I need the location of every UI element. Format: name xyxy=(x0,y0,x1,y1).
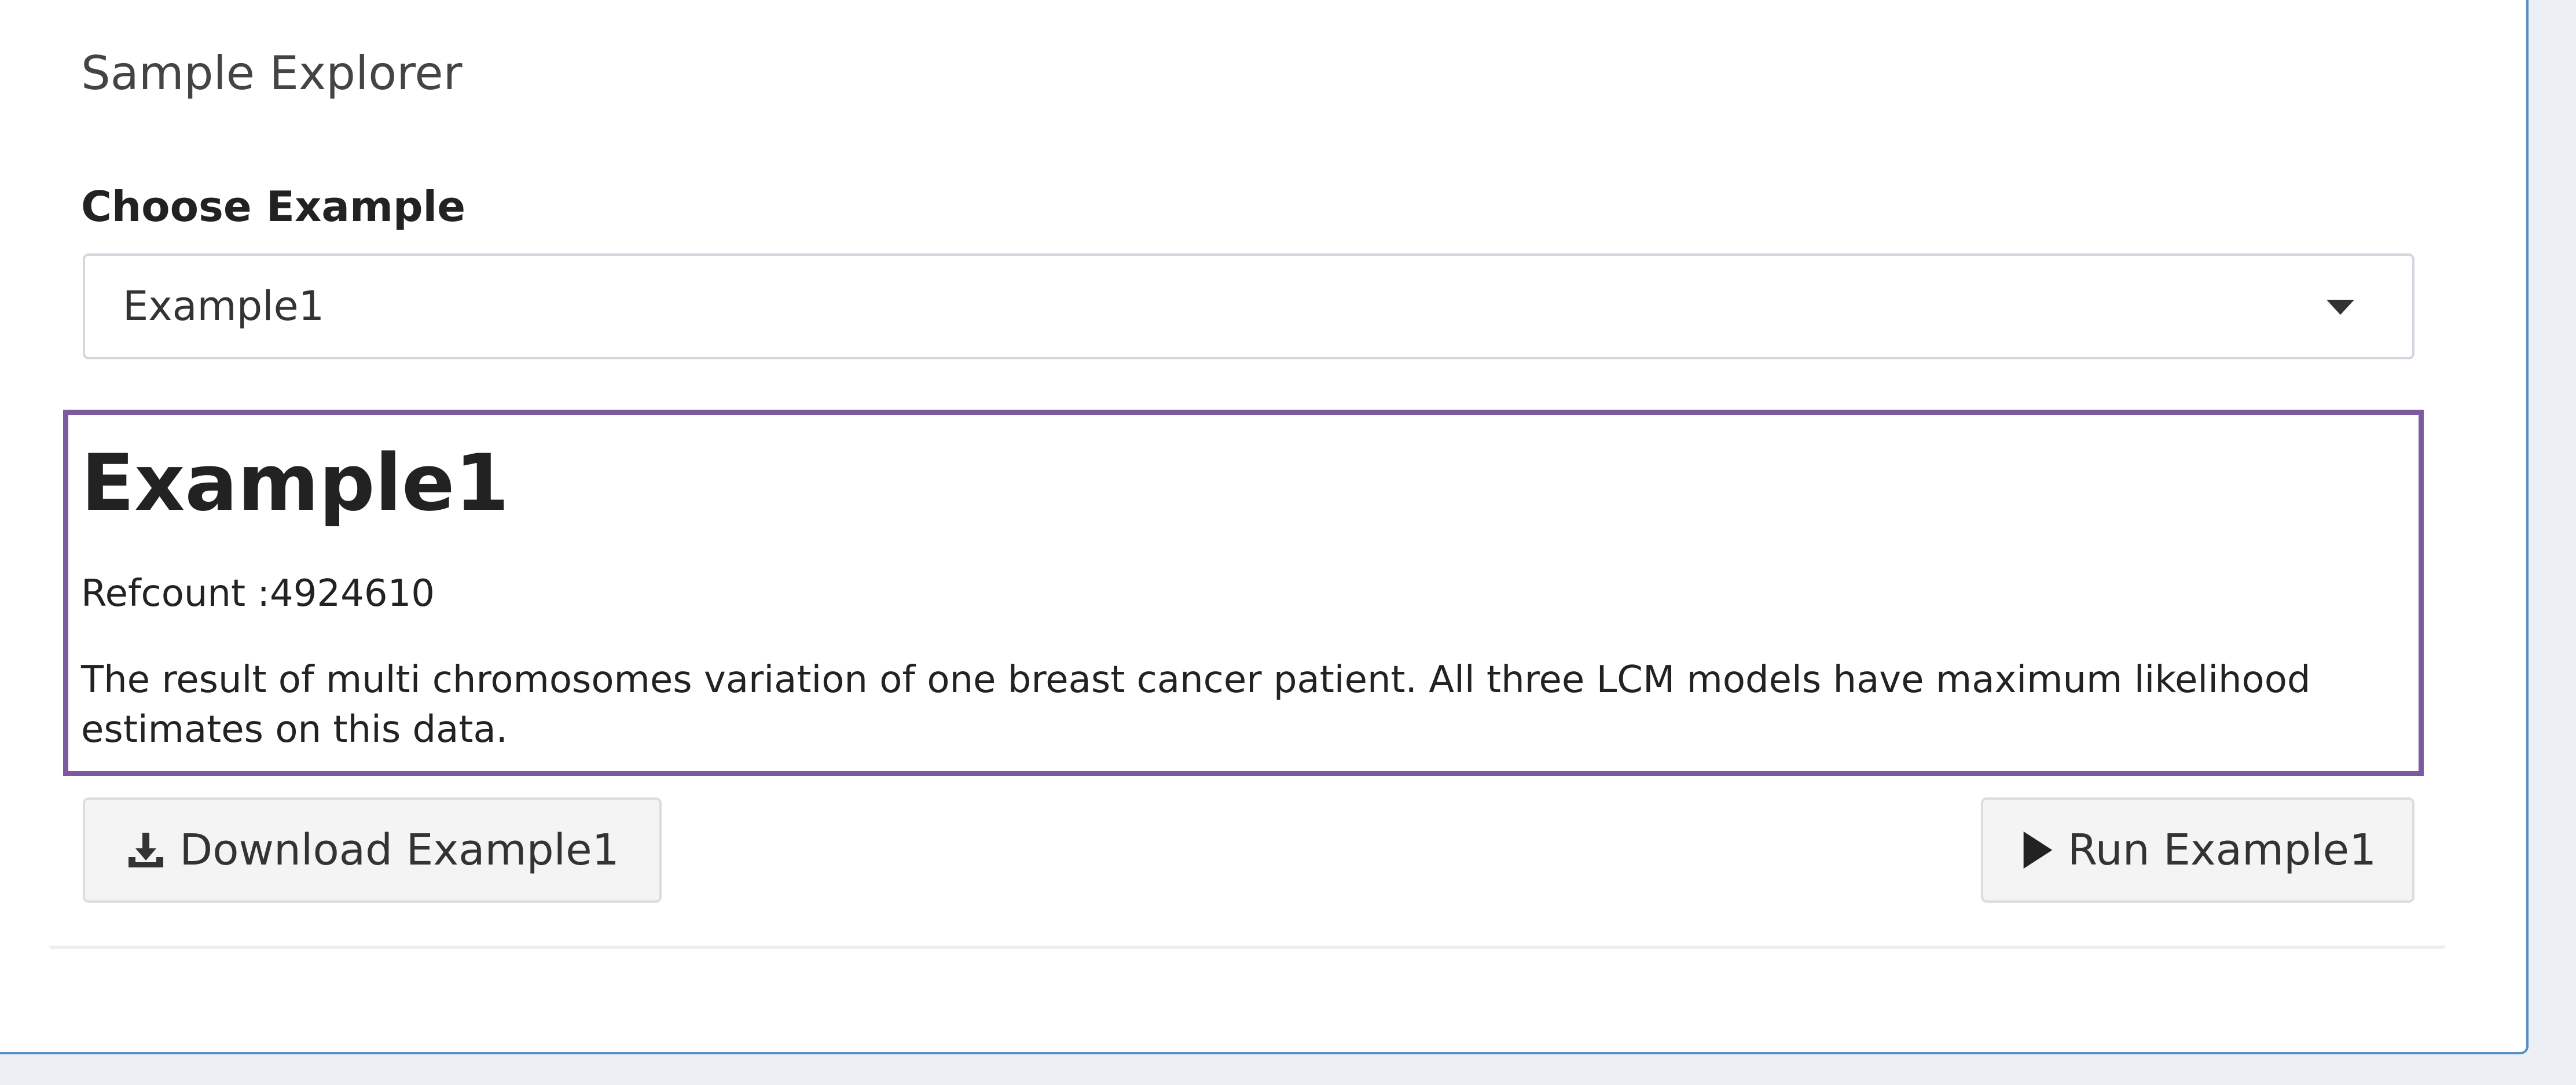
run-example-button[interactable]: Run Example1 xyxy=(1981,797,2414,903)
download-example-button[interactable]: Download Example1 xyxy=(83,797,662,903)
example-info-box: Example1 Refcount :4924610 The result of… xyxy=(63,410,2424,776)
choose-example-label: Choose Example xyxy=(81,182,466,231)
example-heading: Example1 xyxy=(81,437,509,528)
run-button-label: Run Example1 xyxy=(2067,825,2377,875)
refcount-text: Refcount :4924610 xyxy=(81,572,435,615)
example-select[interactable]: Example1 xyxy=(83,253,2414,359)
sample-explorer-box: Sample Explorer Choose Example Example1 … xyxy=(49,0,2446,949)
box-title: Sample Explorer xyxy=(81,46,463,100)
content-panel: Sample Explorer Choose Example Example1 … xyxy=(0,0,2529,1054)
example-select-value: Example1 xyxy=(123,282,325,330)
example-description: The result of multi chromosomes variatio… xyxy=(81,659,2311,751)
play-icon xyxy=(2019,830,2055,870)
download-icon xyxy=(125,829,167,871)
download-button-label: Download Example1 xyxy=(179,825,619,875)
caret-down-icon xyxy=(2327,300,2354,315)
